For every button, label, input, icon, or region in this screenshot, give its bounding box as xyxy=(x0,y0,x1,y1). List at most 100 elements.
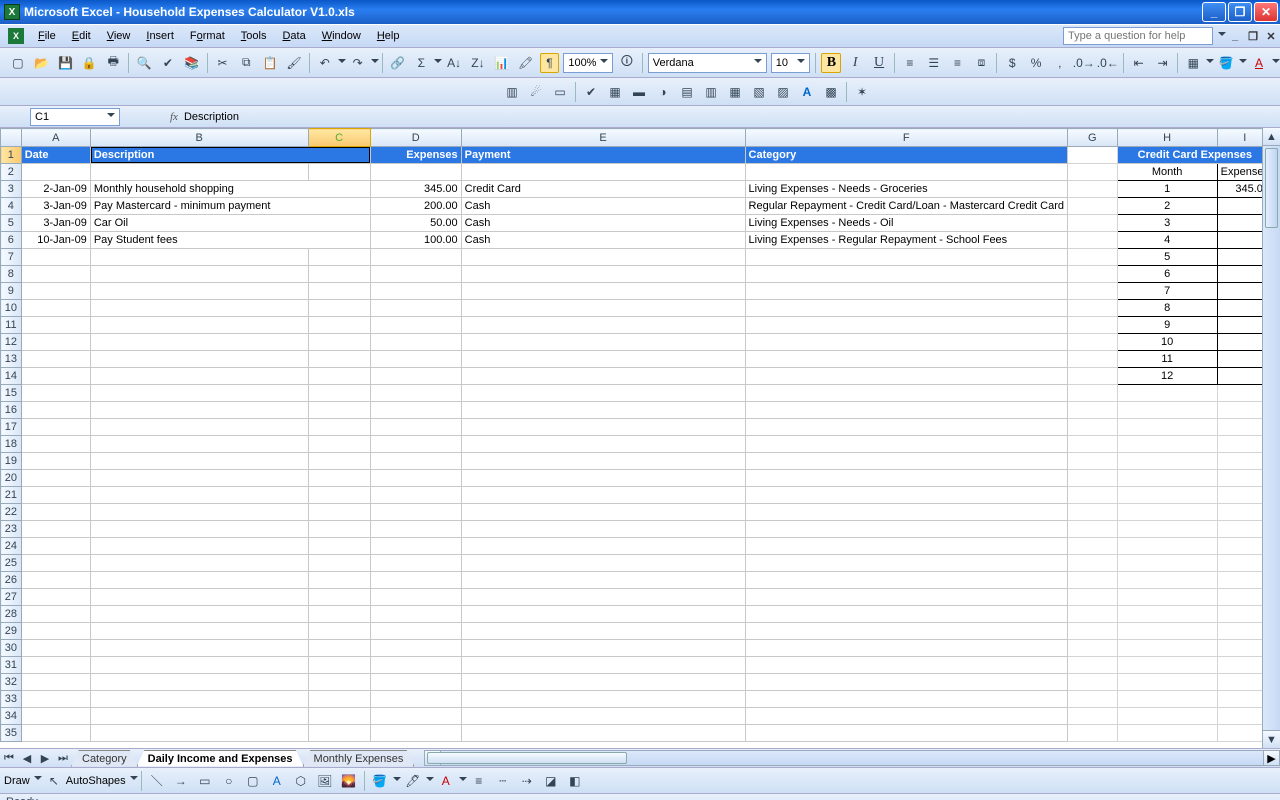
row-header[interactable]: 25 xyxy=(1,555,22,572)
cell[interactable]: 9 xyxy=(1117,317,1217,334)
cell[interactable] xyxy=(21,249,90,266)
cell[interactable] xyxy=(308,249,370,266)
new-icon[interactable]: ▢ xyxy=(8,53,28,73)
menu-help[interactable]: Help xyxy=(369,27,408,45)
cell[interactable] xyxy=(745,708,1067,725)
fx-icon[interactable]: fx xyxy=(170,111,178,123)
cell[interactable] xyxy=(90,572,308,589)
cell[interactable] xyxy=(21,419,90,436)
cell[interactable] xyxy=(1068,164,1118,181)
cell[interactable] xyxy=(370,317,461,334)
cell[interactable] xyxy=(1068,606,1118,623)
cell[interactable] xyxy=(90,385,308,402)
cell[interactable] xyxy=(745,436,1067,453)
row-header[interactable]: 17 xyxy=(1,419,22,436)
cell[interactable] xyxy=(1068,232,1118,249)
cell[interactable]: 12 xyxy=(1117,368,1217,385)
row-header[interactable]: 8 xyxy=(1,266,22,283)
column-header[interactable]: H xyxy=(1117,129,1217,147)
cell[interactable]: Living Expenses - Needs - Oil xyxy=(745,215,1067,232)
cell[interactable]: 4 xyxy=(1117,232,1217,249)
cell[interactable]: Cash xyxy=(461,232,745,249)
cell[interactable] xyxy=(21,453,90,470)
cell[interactable] xyxy=(21,283,90,300)
redo-icon[interactable]: ↷ xyxy=(348,53,368,73)
save-icon[interactable]: 💾 xyxy=(56,53,76,73)
sheet-tab-monthly[interactable]: Monthly Expenses xyxy=(303,750,415,767)
sort-desc-icon[interactable]: Z↓ xyxy=(468,53,488,73)
cell[interactable] xyxy=(1068,419,1118,436)
cell[interactable] xyxy=(21,300,90,317)
menu-window[interactable]: Window xyxy=(314,27,369,45)
menu-edit[interactable]: Edit xyxy=(64,27,99,45)
cell[interactable] xyxy=(1117,538,1217,555)
cell[interactable] xyxy=(745,521,1067,538)
cell[interactable] xyxy=(1117,640,1217,657)
row-header[interactable]: 33 xyxy=(1,691,22,708)
cell[interactable] xyxy=(90,453,308,470)
cell[interactable] xyxy=(745,368,1067,385)
font-select[interactable]: Verdana xyxy=(648,53,767,73)
cell[interactable]: Regular Repayment - Credit Card/Loan - M… xyxy=(745,198,1067,215)
row-header[interactable]: 31 xyxy=(1,657,22,674)
cell[interactable] xyxy=(21,385,90,402)
cell[interactable] xyxy=(745,606,1067,623)
tab-prev-icon[interactable]: ◀ xyxy=(19,750,35,766)
cell[interactable] xyxy=(461,436,745,453)
cell[interactable] xyxy=(745,266,1067,283)
cell[interactable] xyxy=(1068,453,1118,470)
autoshapes-menu[interactable]: AutoShapes xyxy=(66,775,138,787)
cell[interactable] xyxy=(461,538,745,555)
cell[interactable]: 50.00 xyxy=(370,215,461,232)
tool-icon[interactable]: ▭ xyxy=(550,82,570,102)
cell[interactable] xyxy=(308,521,370,538)
cell[interactable]: Date xyxy=(21,147,90,164)
menu-view[interactable]: View xyxy=(99,27,139,45)
cell[interactable] xyxy=(21,504,90,521)
cell[interactable] xyxy=(461,164,745,181)
cell[interactable]: Monthly household shopping xyxy=(90,181,370,198)
cell[interactable] xyxy=(461,708,745,725)
cell[interactable] xyxy=(745,572,1067,589)
cell[interactable]: 10 xyxy=(1117,334,1217,351)
column-header[interactable]: G xyxy=(1068,129,1118,147)
cell[interactable] xyxy=(370,691,461,708)
cell[interactable] xyxy=(370,657,461,674)
cell[interactable] xyxy=(1117,419,1217,436)
dropdown-icon[interactable] xyxy=(426,777,434,785)
cell[interactable] xyxy=(370,164,461,181)
help-search-input[interactable] xyxy=(1063,27,1213,45)
tab-last-icon[interactable]: ⏭ xyxy=(55,750,71,766)
comma-icon[interactable]: , xyxy=(1050,53,1070,73)
tool-icon[interactable]: A xyxy=(797,82,817,102)
cell[interactable] xyxy=(461,606,745,623)
rectangle-icon[interactable]: ▭ xyxy=(195,771,215,791)
cell[interactable] xyxy=(1117,691,1217,708)
row-header[interactable]: 24 xyxy=(1,538,22,555)
cell[interactable] xyxy=(745,351,1067,368)
row-header[interactable]: 30 xyxy=(1,640,22,657)
column-header[interactable]: D xyxy=(370,129,461,147)
cell[interactable] xyxy=(308,606,370,623)
cell[interactable]: Cash xyxy=(461,215,745,232)
menu-tools[interactable]: Tools xyxy=(233,27,275,45)
spreadsheet-grid[interactable]: ABCDEFGHIJ1DateDescriptionExpensesPaymen… xyxy=(0,128,1280,748)
cell[interactable] xyxy=(21,402,90,419)
font-color-icon[interactable]: A xyxy=(436,771,456,791)
cell[interactable] xyxy=(370,368,461,385)
cell[interactable] xyxy=(1068,300,1118,317)
show-formulas-icon[interactable]: ¶ xyxy=(540,53,560,73)
cell[interactable]: 10-Jan-09 xyxy=(21,232,90,249)
shadow-icon[interactable]: ◪ xyxy=(541,771,561,791)
diagram-icon[interactable]: ⬡ xyxy=(291,771,311,791)
cell[interactable] xyxy=(370,572,461,589)
cell[interactable] xyxy=(461,725,745,742)
cell[interactable] xyxy=(1117,504,1217,521)
cell[interactable] xyxy=(21,436,90,453)
cell[interactable] xyxy=(745,657,1067,674)
cell[interactable] xyxy=(745,504,1067,521)
cell[interactable] xyxy=(745,385,1067,402)
tool-icon[interactable]: ☄ xyxy=(526,82,546,102)
column-header[interactable]: E xyxy=(461,129,745,147)
decrease-decimal-icon[interactable]: .0← xyxy=(1098,53,1118,73)
